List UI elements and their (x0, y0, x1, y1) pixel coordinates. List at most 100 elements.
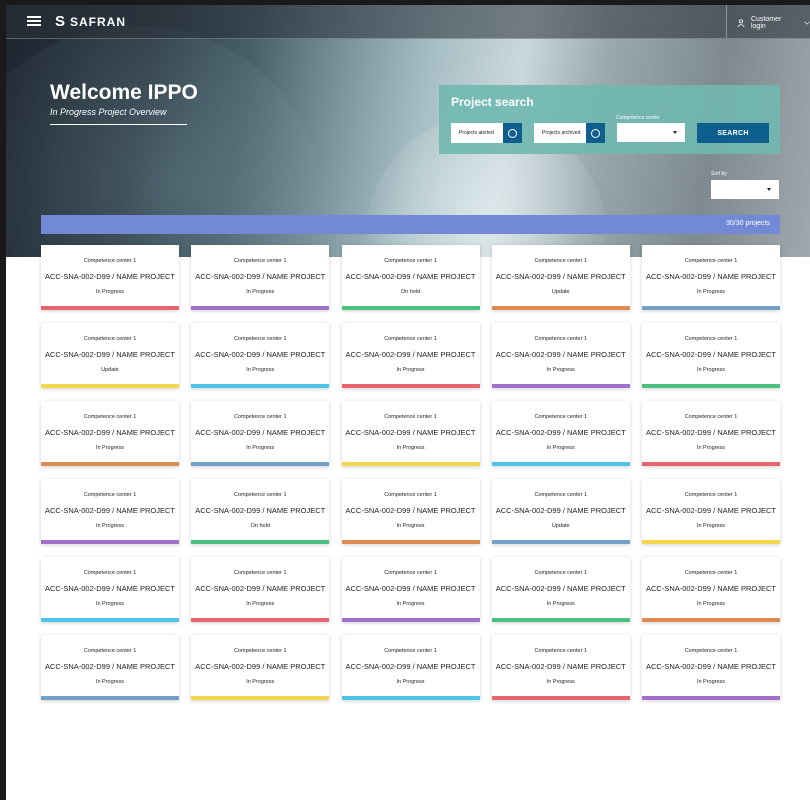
customer-login-label: Customer login (750, 16, 782, 30)
project-card[interactable]: Competence center 1 ACC-SNA-002-D99 / NAM… (642, 245, 780, 310)
card-competence-center: Competence center 1 (83, 648, 137, 654)
project-card[interactable]: Competence center 1 ACC-SNA-002-D99 / NAM… (642, 323, 780, 388)
card-status-stripe (341, 618, 480, 622)
card-status-stripe (642, 540, 780, 544)
project-search-title: Project search (451, 95, 534, 109)
project-card[interactable]: Competence center 1 ACC-SNA-002-D99 / NAM… (191, 479, 330, 544)
card-project-name: ACC-SNA-002-D99 / NAME PROJECT (345, 272, 476, 281)
projects-alerted-toggle-icon[interactable] (503, 123, 522, 143)
project-card[interactable]: Competence center 1 ACC-SNA-002-D99 / NAM… (491, 557, 630, 622)
project-card[interactable]: Competence center 1 ACC-SNA-002-D99 / NAM… (341, 557, 480, 622)
project-card[interactable]: Competence center 1 ACC-SNA-002-D99 / NAM… (41, 635, 179, 700)
projects-archived-toggle[interactable]: Projects archived (534, 123, 605, 143)
project-card[interactable]: Competence center 1 ACC-SNA-002-D99 / NAM… (642, 557, 780, 622)
project-card[interactable]: Competence center 1 ACC-SNA-002-D99 / NAM… (41, 557, 179, 622)
projects-archived-toggle-icon[interactable] (586, 123, 605, 143)
card-status: In Progress (246, 679, 275, 685)
card-status: In Progress (246, 601, 275, 607)
card-competence-center: Competence center 1 (684, 648, 738, 654)
card-status: Update (551, 289, 570, 295)
card-status-stripe (191, 618, 330, 622)
project-card[interactable]: Competence center 1 ACC-SNA-002-D99 / NAM… (191, 635, 330, 700)
card-competence-center: Competence center 1 (534, 336, 588, 342)
project-cards-grid: Competence center 1 ACC-SNA-002-D99 / NAM… (41, 245, 780, 700)
card-competence-center: Competence center 1 (684, 336, 738, 342)
project-card[interactable]: Competence center 1 ACC-SNA-002-D99 / NAM… (341, 479, 480, 544)
card-competence-center: Competence center 1 (534, 258, 588, 264)
project-card[interactable]: Competence center 1 ACC-SNA-002-D99 / NAM… (491, 635, 630, 700)
project-card[interactable]: Competence center 1 ACC-SNA-002-D99 / NAM… (41, 401, 179, 466)
card-status: In Progress (696, 601, 726, 607)
caret-down-icon (673, 131, 677, 134)
card-status: In Progress (396, 601, 425, 607)
safran-logo[interactable]: S SAFRAN (55, 13, 126, 30)
card-project-name: ACC-SNA-002-D99 / NAME PROJECT (495, 428, 626, 437)
card-competence-center: Competence center 1 (384, 258, 437, 264)
card-status-stripe (41, 462, 179, 466)
customer-login-button[interactable]: Customer login (737, 16, 810, 30)
project-card[interactable]: Competence center 1 ACC-SNA-002-D99 / NAM… (491, 401, 630, 466)
card-status-stripe (642, 618, 780, 622)
card-competence-center: Competence center 1 (233, 336, 287, 342)
project-card[interactable]: Competence center 1 ACC-SNA-002-D99 / NAM… (491, 323, 630, 388)
card-status: In Progress (246, 367, 275, 373)
results-count-bar: 30/30 projects (41, 215, 780, 234)
card-status-stripe (191, 462, 330, 466)
card-competence-center: Competence center 1 (83, 414, 137, 420)
card-competence-center: Competence center 1 (83, 570, 137, 576)
card-project-name: ACC-SNA-002-D99 / NAME PROJECT (495, 662, 626, 671)
page-title: Welcome IPPO (50, 81, 198, 104)
hero-banner: S SAFRAN Customer login Welcome IPPO In … (6, 5, 810, 257)
project-card[interactable]: Competence center 1 ACC-SNA-002-D99 / NAM… (341, 323, 480, 388)
project-card[interactable]: Competence center 1 ACC-SNA-002-D99 / NAM… (41, 323, 179, 388)
projects-alerted-label: Projects alerted (459, 130, 494, 136)
card-status-stripe (191, 696, 330, 700)
project-card[interactable]: Competence center 1 ACC-SNA-002-D99 / NAM… (191, 557, 330, 622)
card-status: In Progress (396, 523, 425, 529)
project-card[interactable]: Competence center 1 ACC-SNA-002-D99 / NAM… (341, 401, 480, 466)
project-search-panel: Project search Projects alerted Projects… (439, 85, 780, 154)
card-status: In Progress (696, 367, 726, 373)
project-card[interactable]: Competence center 1 ACC-SNA-002-D99 / NAM… (191, 401, 330, 466)
card-status-stripe (341, 462, 480, 466)
card-project-name: ACC-SNA-002-D99 / NAME PROJECT (345, 506, 476, 515)
card-project-name: ACC-SNA-002-D99 / NAME PROJECT (495, 272, 626, 281)
card-competence-center: Competence center 1 (534, 492, 588, 498)
card-status-stripe (41, 618, 179, 622)
card-status-stripe (191, 384, 330, 388)
project-card[interactable]: Competence center 1 ACC-SNA-002-D99 / NAM… (642, 635, 780, 700)
competence-center-select[interactable] (617, 123, 685, 142)
card-status-stripe (491, 618, 630, 622)
hamburger-menu-icon[interactable] (27, 16, 41, 26)
card-status: In Progress (246, 289, 275, 295)
card-status-stripe (41, 306, 179, 310)
card-project-name: ACC-SNA-002-D99 / NAME PROJECT (345, 428, 476, 437)
projects-alerted-toggle[interactable]: Projects alerted (451, 123, 522, 143)
project-card[interactable]: Competence center 1 ACC-SNA-002-D99 / NAM… (642, 479, 780, 544)
card-status: In Progress (95, 445, 125, 451)
project-card[interactable]: Competence center 1 ACC-SNA-002-D99 / NAM… (41, 479, 179, 544)
project-card[interactable]: Competence center 1 ACC-SNA-002-D99 / NAM… (491, 245, 630, 310)
card-competence-center: Competence center 1 (83, 258, 137, 264)
card-project-name: ACC-SNA-002-D99 / NAME PROJECT (44, 584, 176, 593)
card-project-name: ACC-SNA-002-D99 / NAME PROJECT (645, 350, 777, 359)
card-competence-center: Competence center 1 (384, 336, 437, 342)
card-status-stripe (642, 384, 780, 388)
sort-by-select[interactable] (711, 180, 779, 199)
card-project-name: ACC-SNA-002-D99 / NAME PROJECT (495, 350, 626, 359)
card-project-name: ACC-SNA-002-D99 / NAME PROJECT (44, 428, 176, 437)
card-status-stripe (491, 306, 630, 310)
card-status-stripe (491, 540, 630, 544)
card-competence-center: Competence center 1 (534, 648, 588, 654)
card-competence-center: Competence center 1 (384, 414, 437, 420)
project-card[interactable]: Competence center 1 ACC-SNA-002-D99 / NAM… (41, 245, 179, 310)
project-card[interactable]: Competence center 1 ACC-SNA-002-D99 / NAM… (341, 635, 480, 700)
project-card[interactable]: Competence center 1 ACC-SNA-002-D99 / NAM… (191, 323, 330, 388)
card-project-name: ACC-SNA-002-D99 / NAME PROJECT (345, 662, 476, 671)
project-card[interactable]: Competence center 1 ACC-SNA-002-D99 / NAM… (341, 245, 480, 310)
project-card[interactable]: Competence center 1 ACC-SNA-002-D99 / NAM… (191, 245, 330, 310)
project-card[interactable]: Competence center 1 ACC-SNA-002-D99 / NAM… (642, 401, 780, 466)
search-button[interactable]: SEARCH (697, 123, 769, 143)
card-project-name: ACC-SNA-002-D99 / NAME PROJECT (645, 428, 777, 437)
project-card[interactable]: Competence center 1 ACC-SNA-002-D99 / NAM… (491, 479, 630, 544)
